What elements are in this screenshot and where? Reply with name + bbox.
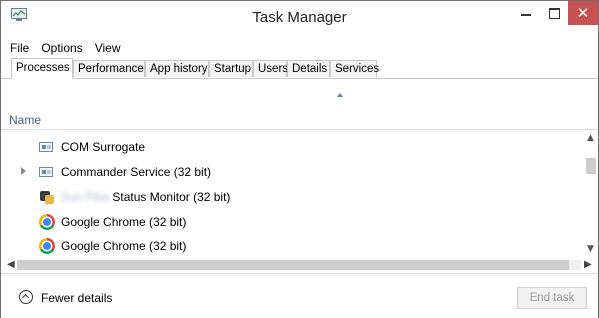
window-icon [39, 142, 53, 152]
tab-startup[interactable]: Startup [209, 60, 253, 77]
scroll-down-icon[interactable]: ▼ [587, 244, 594, 254]
vertical-scrollbar[interactable]: ▲ ▼ [584, 130, 598, 257]
task-manager-window: Task Manager ✕ File Options View Process… [0, 0, 599, 318]
tab-processes[interactable]: Processes [11, 58, 73, 79]
process-row[interactable]: Google Chrome (32 bit) [1, 234, 584, 257]
process-row[interactable]: COM Surrogate [1, 135, 584, 159]
sort-ascending-icon[interactable] [337, 93, 343, 97]
horizontal-scrollbar[interactable]: ◀ ▶ [1, 257, 598, 273]
tab-app-history[interactable]: App history [145, 60, 209, 77]
tab-performance[interactable]: Performance [73, 60, 145, 77]
vertical-scroll-thumb[interactable] [586, 158, 596, 174]
chevron-up-circle-icon[interactable] [19, 290, 33, 304]
tab-strip: Processes Performance App history Startu… [1, 58, 598, 79]
menu-view[interactable]: View [95, 41, 121, 55]
process-name: COM Surrogate [61, 140, 146, 154]
process-list: COM Surrogate Commander Service (32 bit)… [1, 130, 584, 257]
close-button[interactable]: ✕ [568, 1, 598, 25]
menu-bar: File Options View [10, 41, 121, 55]
process-name: Google Chrome (32 bit) [61, 239, 187, 253]
tab-users[interactable]: Users [253, 60, 288, 77]
tab-details[interactable]: Details [287, 60, 330, 77]
window-icon [39, 167, 53, 177]
scroll-up-icon[interactable]: ▲ [587, 133, 594, 143]
expand-arrow-icon[interactable] [21, 167, 30, 175]
menu-file[interactable]: File [10, 41, 29, 55]
fewer-details-link[interactable]: Fewer details [41, 291, 112, 305]
footer-bar: Fewer details End task [1, 273, 598, 318]
close-icon: ✕ [576, 3, 590, 22]
horizontal-scroll-thumb[interactable] [17, 260, 569, 270]
process-name: Google Chrome (32 bit) [61, 215, 187, 229]
scroll-right-icon[interactable]: ▶ [584, 259, 592, 270]
process-row[interactable]: Google Chrome (32 bit) [1, 210, 584, 234]
process-row[interactable]: Commander Service (32 bit) [1, 160, 584, 184]
redacted-text: Sun Plus [61, 190, 110, 204]
scroll-left-icon[interactable]: ◀ [7, 259, 15, 270]
end-task-button[interactable]: End task [517, 287, 587, 309]
column-header-name[interactable]: Name [9, 113, 41, 127]
monitor-icon [39, 189, 55, 205]
process-name: Sun Plus Status Monitor (32 bit) [61, 190, 231, 204]
minimize-button[interactable] [512, 1, 540, 25]
chrome-icon [39, 214, 55, 230]
title-bar: Task Manager ✕ [1, 1, 598, 31]
maximize-icon [548, 7, 560, 19]
menu-options[interactable]: Options [41, 41, 82, 55]
tab-services[interactable]: Services [330, 60, 379, 77]
chrome-icon [39, 238, 55, 254]
process-name: Commander Service (32 bit) [61, 165, 212, 179]
window-title: Task Manager [252, 9, 347, 26]
maximize-button[interactable] [540, 1, 568, 25]
process-row[interactable]: Sun Plus Status Monitor (32 bit) [1, 185, 584, 209]
minimize-icon [521, 14, 531, 16]
